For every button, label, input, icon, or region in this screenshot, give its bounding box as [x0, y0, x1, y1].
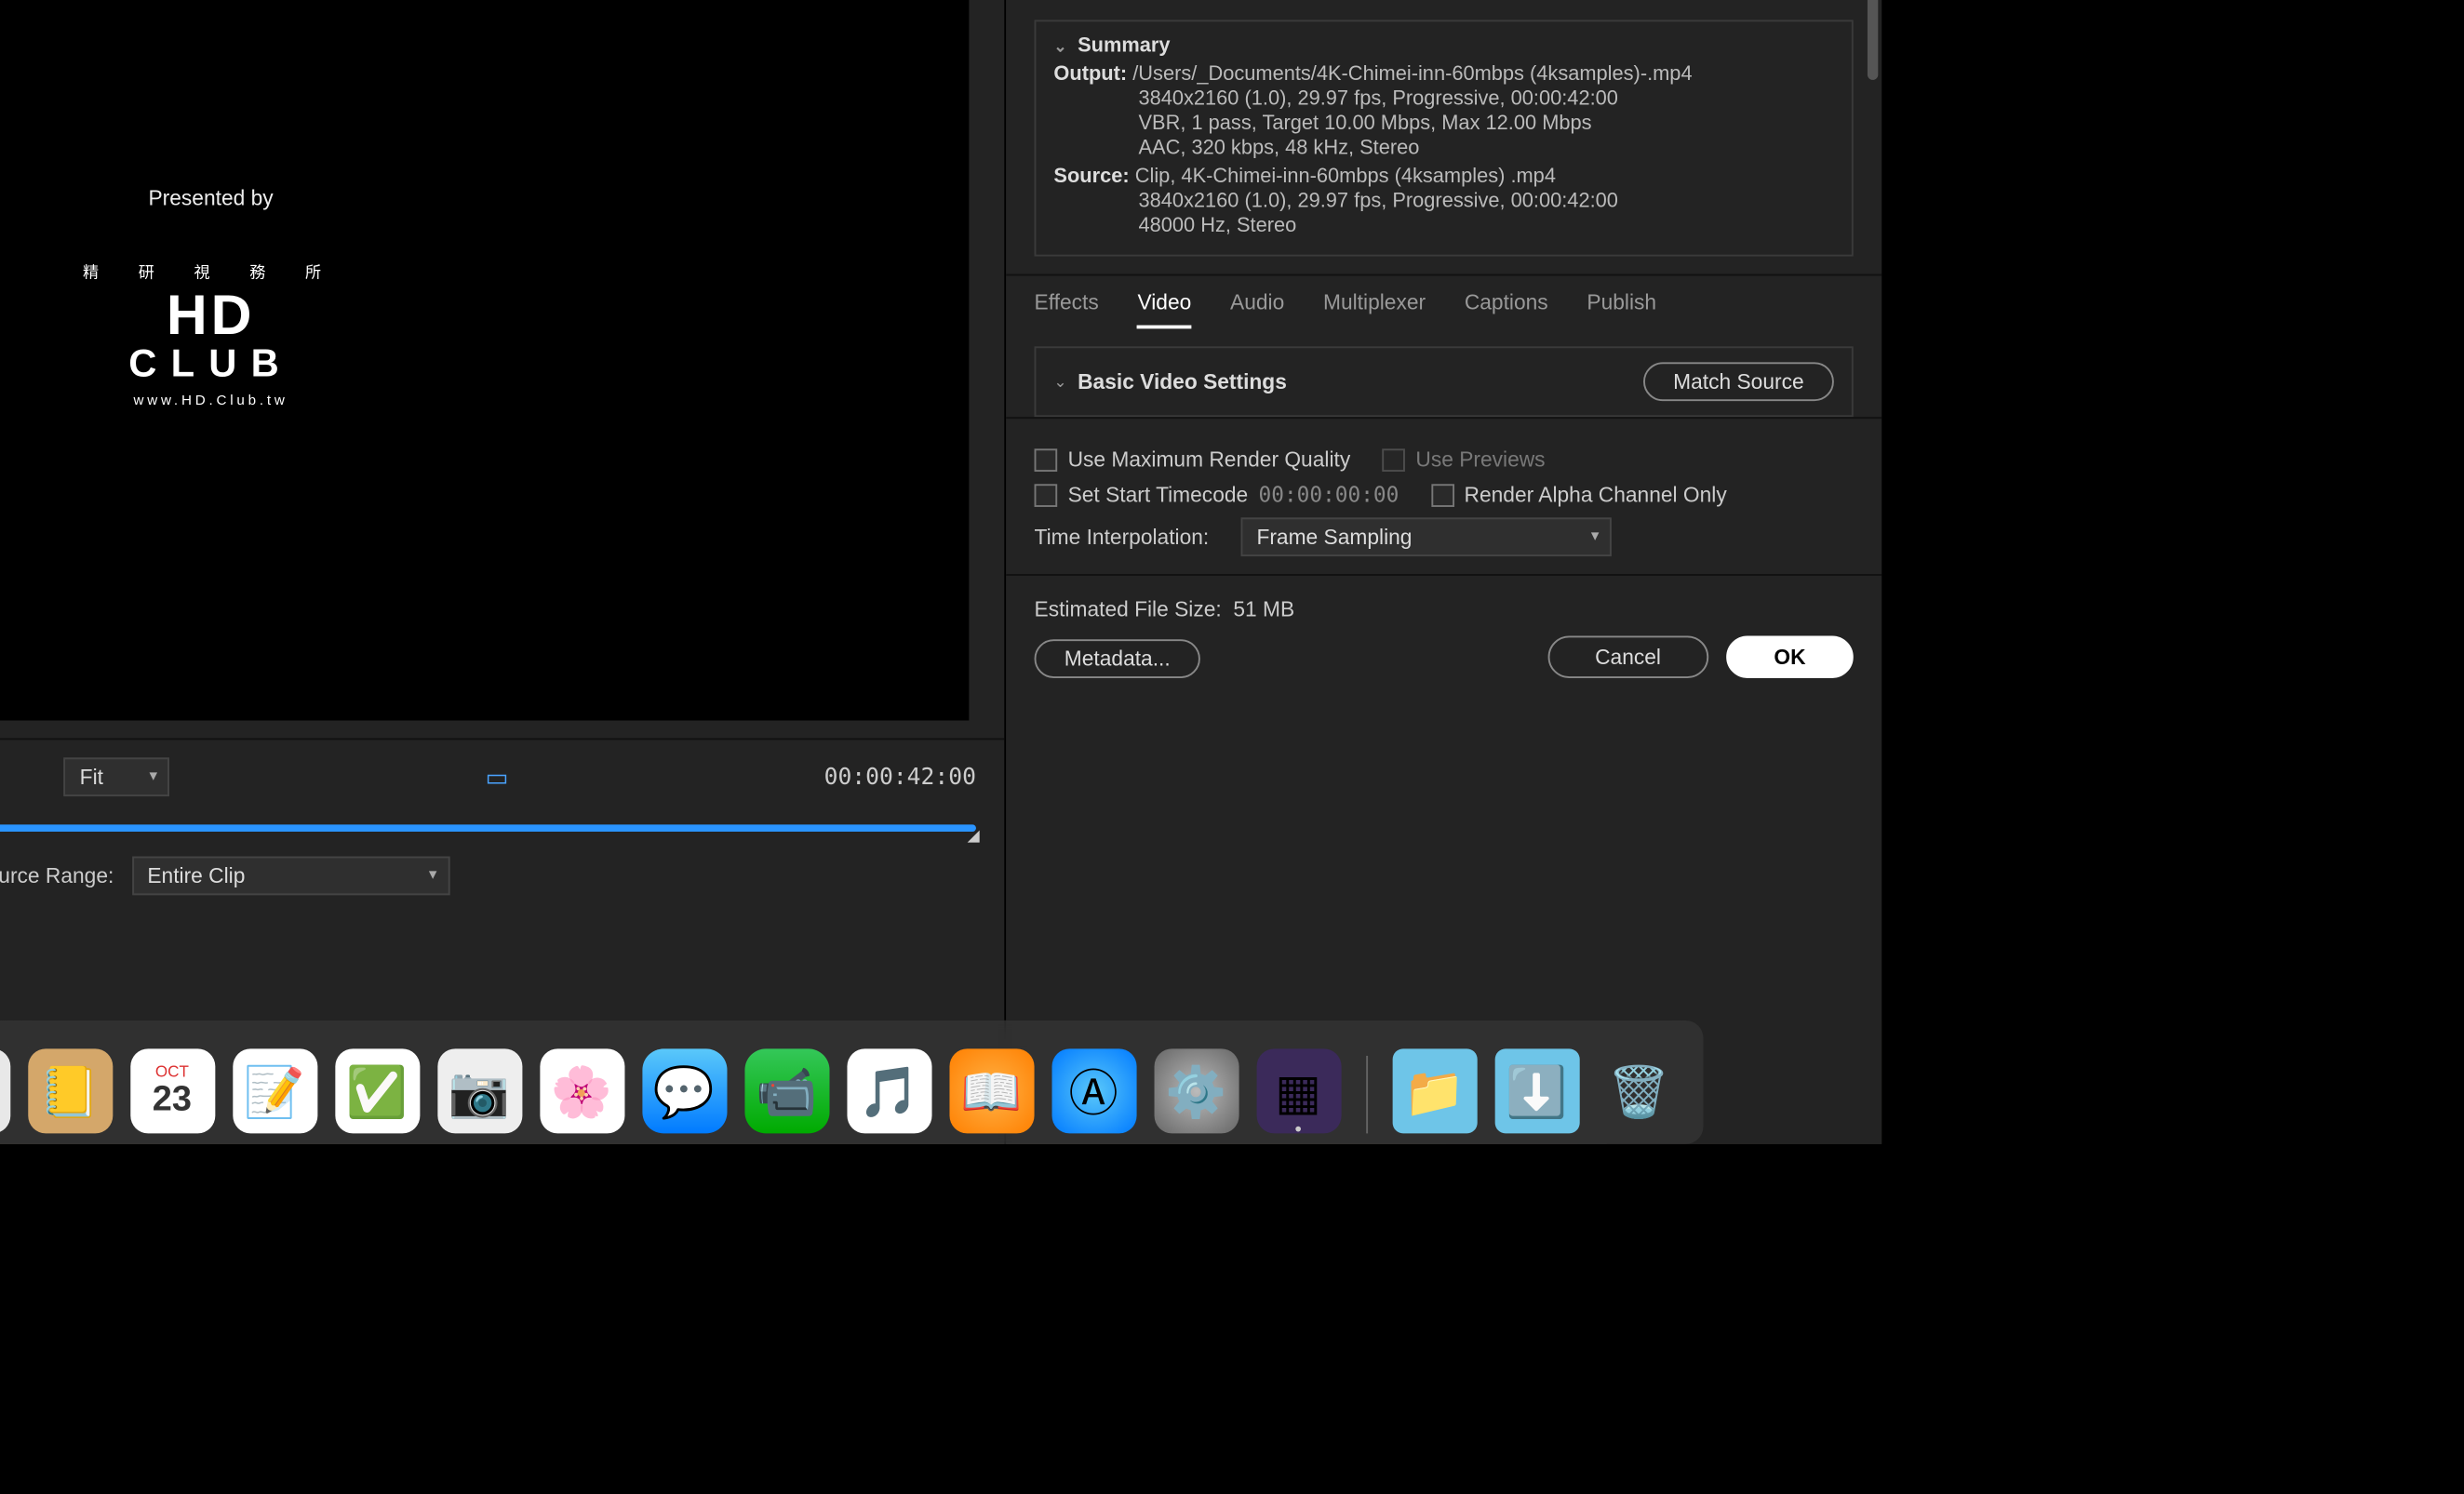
summary-source-audio: 48000 Hz, Stereo: [1138, 216, 1833, 237]
summary-output-res: 3840x2160 (1.0), 29.97 fps, Progressive,…: [1138, 88, 1833, 110]
summary-output-path: /Users/_Documents/4K-Chimei-inn-60mbps (…: [1132, 64, 1692, 86]
crop-output-icon[interactable]: ▭: [485, 762, 508, 792]
photos-icon[interactable]: 🌸: [539, 1048, 623, 1133]
applications-folder-icon[interactable]: 📁: [1392, 1048, 1477, 1133]
source-range-label: Source Range:: [0, 863, 114, 888]
time-interpolation-label: Time Interpolation:: [1035, 525, 1210, 550]
downloads-folder-icon[interactable]: ⬇️: [1494, 1048, 1579, 1133]
tab-effects[interactable]: Effects: [1035, 290, 1099, 329]
out-point-icon[interactable]: ◢: [968, 826, 980, 846]
estimated-size-value: 51 MB: [1233, 597, 1294, 622]
scrollbar[interactable]: [1868, 0, 1878, 80]
preview-presented-by: Presented by: [83, 186, 339, 211]
cancel-button[interactable]: Cancel: [1547, 635, 1708, 678]
timeline-area: 00:00:00:00 ◀ ▶ Fit ▭ 00:00:42:00 ◣ ◢: [0, 738, 1004, 916]
itunes-icon[interactable]: 🎵: [847, 1048, 931, 1133]
ibooks-icon[interactable]: 📖: [949, 1048, 1034, 1133]
match-source-button[interactable]: Match Source: [1643, 362, 1834, 401]
source-range-dropdown[interactable]: Entire Clip: [131, 857, 449, 896]
preview-panel: Source Output Source Scaling: Scale To F…: [0, 0, 1006, 1144]
facetime-icon[interactable]: 📹: [743, 1048, 828, 1133]
time-interpolation-dropdown[interactable]: Frame Sampling: [1240, 517, 1611, 556]
summary-source-res: 3840x2160 (1.0), 29.97 fps, Progressive,…: [1138, 191, 1833, 212]
reminders-icon[interactable]: ✅: [334, 1048, 419, 1133]
summary-output-audio: AAC, 320 kbps, 48 kHz, Stereo: [1138, 138, 1833, 159]
preview-hd-text: HD: [83, 290, 339, 341]
media-encoder-icon[interactable]: ▦: [1256, 1048, 1341, 1133]
summary-output-bitrate: VBR, 1 pass, Target 10.00 Mbps, Max 12.0…: [1138, 113, 1833, 135]
basic-video-settings: ⌄ Basic Video Settings Match Source: [1035, 346, 1854, 417]
messages-icon[interactable]: 💬: [641, 1048, 726, 1133]
preview-url-text: www.HD.Club.tw: [83, 392, 339, 407]
render-options: Use Maximum Render Quality Use Previews …: [1006, 417, 1881, 574]
set-start-timecode-checkbox[interactable]: Set Start Timecode00:00:00:00: [1035, 482, 1399, 507]
metadata-button[interactable]: Metadata...: [1035, 639, 1200, 678]
settings-panel: ⌄Export Settings Format: H.264 Preset: M…: [1006, 0, 1881, 1144]
tab-video[interactable]: Video: [1137, 290, 1191, 329]
basic-video-header: Basic Video Settings: [1078, 369, 1287, 394]
dock-separator: [1365, 1056, 1367, 1133]
render-alpha-checkbox[interactable]: Render Alpha Channel Only: [1430, 482, 1726, 507]
video-preview[interactable]: Presented by 精 研 視 務 所 HD CLUB www.HD.Cl…: [0, 0, 969, 720]
contacts-icon[interactable]: 📒: [27, 1048, 112, 1133]
summary-source-key: Source:: [1053, 167, 1129, 188]
summary-output-key: Output:: [1053, 64, 1127, 86]
ok-button[interactable]: OK: [1726, 635, 1854, 678]
summary-header: Summary: [1078, 35, 1170, 57]
tab-publish[interactable]: Publish: [1587, 290, 1656, 329]
tab-captions[interactable]: Captions: [1465, 290, 1548, 329]
calendar-icon[interactable]: OCT23: [129, 1048, 214, 1133]
estimated-size-label: Estimated File Size:: [1035, 597, 1222, 622]
start-timecode-value: 00:00:00:00: [1259, 482, 1399, 507]
chevron-down-icon[interactable]: ⌄: [1053, 372, 1066, 392]
notes-icon[interactable]: 📝: [232, 1048, 316, 1133]
zoom-fit-dropdown[interactable]: Fit: [64, 757, 170, 796]
export-settings-window: Export Settings Source Output Source Sca…: [0, 0, 1881, 1144]
preview-cn-text: 精 研 視 務 所: [83, 260, 339, 284]
summary-box: ⌄ Summary Output: /Users/_Documents/4K-Ch…: [1035, 20, 1854, 256]
timeline-slider[interactable]: ◣ ◢: [0, 814, 976, 842]
appstore-icon[interactable]: Ⓐ: [1051, 1048, 1136, 1133]
macos-dock: 😀 🚀 🧭 🦅 📒 OCT23 📝 ✅ 📷 🌸 💬 📹 🎵 📖 Ⓐ ⚙️ ▦ 📁…: [0, 1020, 1703, 1144]
photobooth-icon[interactable]: 📷: [436, 1048, 521, 1133]
summary-source-clip: Clip, 4K-Chimei-inn-60mbps (4ksamples) .…: [1135, 167, 1556, 188]
dialog-footer: Estimated File Size: 51 MB Metadata... C…: [1006, 574, 1881, 706]
mail-icon[interactable]: 🦅: [0, 1048, 9, 1133]
trash-icon[interactable]: 🗑️: [1597, 1048, 1681, 1133]
use-previews-checkbox[interactable]: Use Previews: [1382, 447, 1545, 472]
tab-multiplexer[interactable]: Multiplexer: [1323, 290, 1426, 329]
chevron-down-icon[interactable]: ⌄: [1053, 36, 1066, 56]
tab-audio[interactable]: Audio: [1230, 290, 1284, 329]
preview-club-text: CLUB: [83, 340, 339, 386]
system-preferences-icon[interactable]: ⚙️: [1154, 1048, 1239, 1133]
max-render-quality-checkbox[interactable]: Use Maximum Render Quality: [1035, 447, 1351, 472]
settings-tabs: Effects Video Audio Multiplexer Captions…: [1006, 274, 1881, 329]
timecode-out: 00:00:42:00: [824, 764, 976, 790]
